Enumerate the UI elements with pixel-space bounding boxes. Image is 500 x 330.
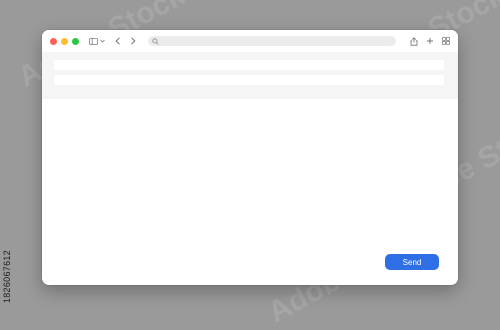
minimize-window-button[interactable] (61, 37, 68, 45)
text-field-2[interactable] (54, 75, 444, 85)
image-id-label: 1826067612 (2, 249, 12, 303)
forward-icon[interactable] (130, 37, 136, 45)
new-tab-icon[interactable] (426, 37, 434, 45)
back-icon[interactable] (115, 37, 121, 45)
search-icon (152, 37, 159, 45)
send-button[interactable]: Send (385, 254, 439, 270)
toolbar-actions (410, 36, 450, 46)
share-icon[interactable] (410, 36, 418, 46)
text-field-1[interactable] (54, 60, 444, 70)
tab-overview-icon[interactable] (442, 37, 450, 45)
close-window-button[interactable] (50, 37, 57, 45)
sidebar-icon (89, 37, 98, 45)
browser-window: Send (42, 30, 458, 285)
navigation-buttons (115, 37, 136, 45)
form-header-area (42, 52, 458, 99)
browser-toolbar (42, 30, 458, 52)
maximize-window-button[interactable] (72, 37, 79, 45)
sidebar-toggle-button[interactable] (89, 37, 105, 45)
window-controls (50, 37, 79, 45)
chevron-down-icon (100, 39, 105, 43)
address-bar[interactable] (148, 36, 396, 46)
